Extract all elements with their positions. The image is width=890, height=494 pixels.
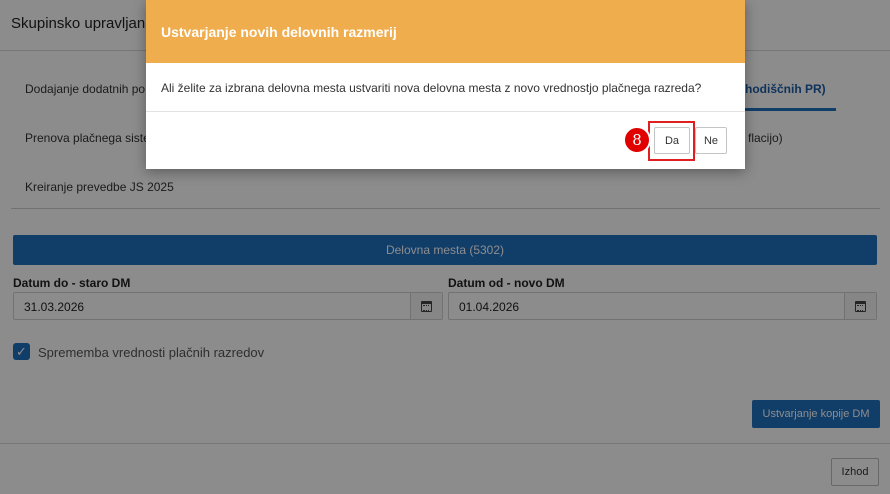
dialog-title: Ustvarjanje novih delovnih razmerij — [161, 24, 397, 40]
dialog-question: Ali želite za izbrana delovna mesta ustv… — [161, 81, 702, 95]
step-number-badge: 8 — [623, 126, 651, 154]
divider — [146, 111, 745, 112]
dialog-header: Ustvarjanje novih delovnih razmerij — [146, 0, 745, 63]
tutorial-highlight — [648, 121, 695, 161]
no-button[interactable]: Ne — [695, 127, 727, 154]
